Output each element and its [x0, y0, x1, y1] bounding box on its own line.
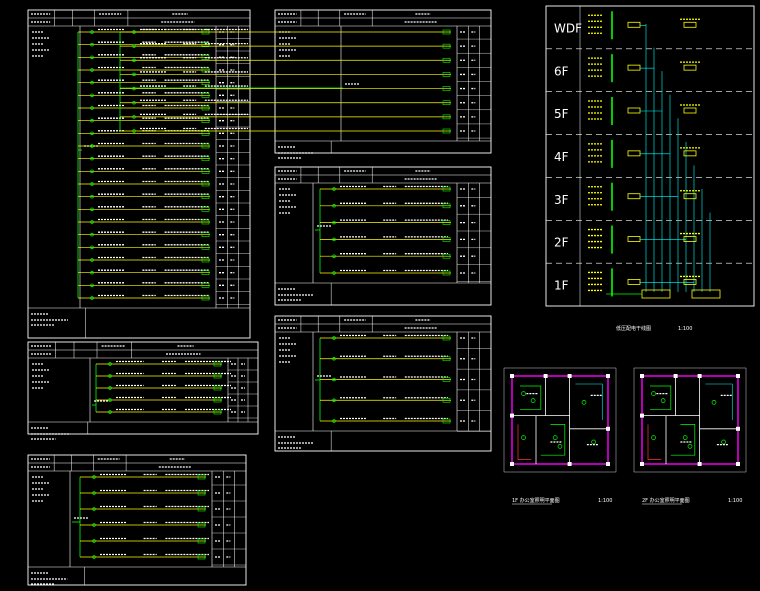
dimension-frame: [633, 367, 747, 473]
cad-drawing: WDF6F5F4F3F2F1F低压配电干线图 1:100 1F 办公室照明平面图 1…: [27, 5, 755, 586]
floor-panel-box: [627, 64, 641, 71]
structural-column: [606, 462, 610, 466]
light-fixture: [721, 439, 726, 445]
plan-scale: 1:100: [728, 498, 742, 504]
structural-column: [510, 413, 514, 418]
light-fixture: [521, 435, 526, 440]
structural-column: [736, 462, 740, 466]
floor-label: 4F: [554, 150, 569, 164]
light-fixture: [660, 398, 666, 403]
floor-label: 3F: [554, 193, 569, 207]
structural-column: [736, 374, 740, 378]
light-fixture: [557, 444, 563, 449]
exterior-wall: [511, 375, 609, 465]
floor-plan-1f: 1F 办公室照明平面图 1:100: [503, 367, 617, 505]
panel-frame: [27, 9, 251, 339]
floor-panel-box: [627, 193, 641, 200]
floor-plans: 1F 办公室照明平面图 1:100 2F 办公室照明平面图 1:100: [503, 367, 747, 505]
structural-column: [567, 462, 572, 466]
structural-column: [543, 374, 548, 378]
floor-panel-box: [627, 279, 641, 285]
structural-column: [606, 426, 610, 431]
lighting-circuit: [650, 385, 672, 410]
riser-caption: 低压配电干线图: [616, 325, 651, 332]
structural-column: [640, 462, 644, 466]
panel-schedule-6: [27, 454, 247, 586]
riser-diagram: WDF 6F 5F 4F 3F 2F 1F 低压配电干线图 1:100: [545, 5, 755, 332]
panel-frame: [274, 166, 492, 306]
light-fixture: [530, 398, 536, 403]
floor-label: 2F: [554, 236, 569, 250]
floor-panel-box: [627, 21, 641, 28]
lighting-circuit: [670, 424, 696, 456]
panel-schedule-5: [27, 341, 259, 440]
structural-column: [567, 374, 572, 378]
plan-scale: 1:100: [598, 498, 612, 504]
light-fixture: [552, 435, 558, 440]
floor-panel-box: [627, 150, 641, 157]
lighting-circuit: [540, 424, 566, 456]
structural-column: [510, 462, 514, 466]
floor-plan-2f: 2F 办公室照明平面图 1:100: [633, 367, 747, 505]
light-fixture: [521, 391, 526, 396]
main-switchboard: [691, 289, 721, 299]
structural-column: [736, 426, 740, 431]
riser-panel-box: [683, 64, 697, 71]
exterior-wall: [641, 375, 739, 465]
floor-label: 1F: [554, 279, 569, 293]
panel-schedule-1: [27, 9, 251, 339]
plan-caption: 2F 办公室照明平面图: [642, 497, 690, 504]
emergency-circuit: [517, 424, 532, 460]
panel-schedule-3: [274, 166, 492, 306]
light-fixture: [581, 400, 587, 405]
light-fixture: [711, 400, 717, 405]
light-fixture: [687, 444, 693, 449]
structural-column: [673, 374, 678, 378]
riser-panel-box: [683, 21, 697, 28]
riser-panel-box: [683, 107, 697, 114]
emergency-circuit: [647, 424, 662, 460]
floor-label: WDF: [554, 21, 582, 35]
panel-schedules: [27, 9, 492, 586]
light-fixture: [682, 435, 688, 440]
light-fixture: [651, 391, 656, 396]
structural-column: [640, 374, 644, 378]
floor-label: 6F: [554, 64, 569, 78]
floor-panel-box: [627, 107, 641, 114]
structural-column: [510, 374, 514, 378]
light-fixture: [591, 439, 596, 445]
structural-column: [640, 413, 644, 418]
structural-column: [606, 374, 610, 378]
panel-schedule-2: [119, 9, 492, 159]
power-circuit: [705, 383, 733, 420]
panel-schedule-4: [274, 315, 492, 452]
riser-scale: 1:100: [678, 326, 692, 332]
plan-caption: 1F 办公室照明平面图: [512, 497, 560, 504]
light-fixture: [651, 435, 656, 440]
lighting-circuit: [520, 385, 542, 410]
dimension-frame: [503, 367, 617, 473]
structural-column: [697, 374, 702, 378]
floor-panel-box: [627, 236, 641, 242]
riser-frame: [545, 5, 755, 307]
floor-label: 5F: [554, 107, 569, 121]
panel-frame: [27, 454, 247, 586]
power-circuit: [575, 383, 603, 420]
structural-column: [697, 462, 702, 466]
